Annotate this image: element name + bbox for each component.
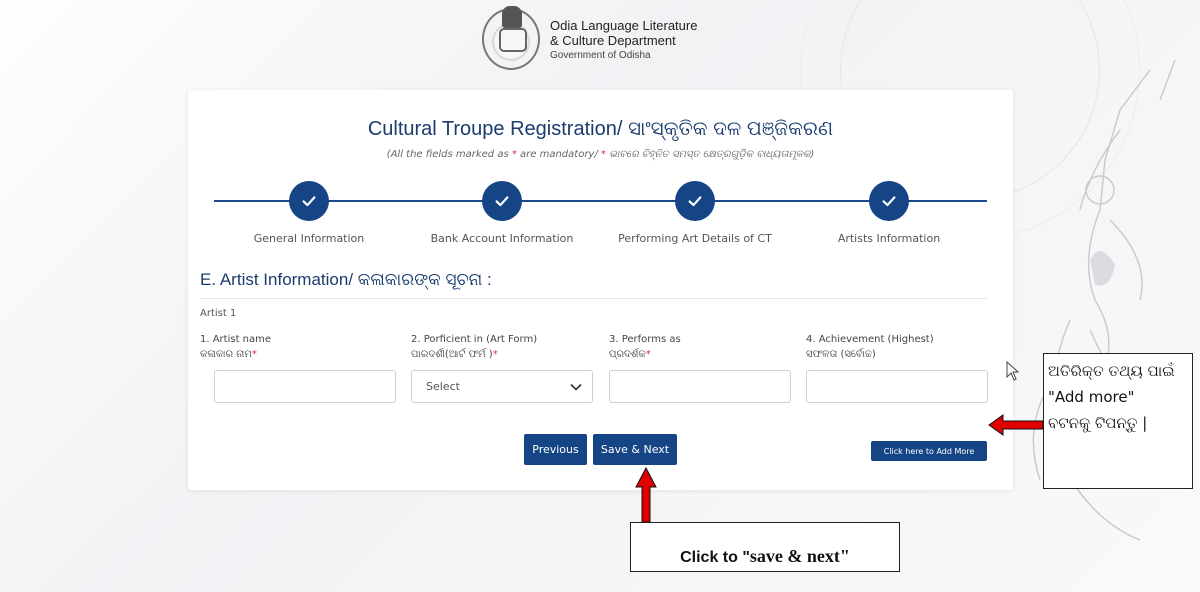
org-line-3: Government of Odisha xyxy=(550,49,651,61)
art-form-select[interactable]: Select xyxy=(411,370,593,403)
save-next-callout: Click to " save & next" xyxy=(630,522,900,572)
required-star: * xyxy=(251,349,257,360)
performs-as-label: 3. Performs as ପ୍ରଦର୍ଶକ* xyxy=(609,332,681,362)
page-title: Cultural Troupe Registration/ ସାଂସ୍କୃତିକ… xyxy=(367,118,834,140)
callout-text-part-1: Click to " xyxy=(680,549,750,566)
achievement-label: 4. Achievement (Highest) ସଫଳତା (ସର୍ବୋଚ୍ଚ… xyxy=(806,332,934,362)
check-icon xyxy=(882,196,896,207)
section-title: E. Artist Information/ କଳାକାରଙ୍କ ସୂଚନା : xyxy=(200,270,492,289)
callout-line-2: "Add more" xyxy=(1048,388,1135,406)
org-line-2: & Culture Department xyxy=(550,32,676,48)
check-icon xyxy=(688,196,702,207)
odisha-emblem xyxy=(482,6,540,70)
step-4-label: Artists Information xyxy=(837,232,941,245)
step-2-label: Bank Account Information xyxy=(430,232,574,245)
artist-name-input[interactable] xyxy=(214,370,396,403)
divider xyxy=(200,298,987,299)
note-prefix: (All the fields marked as xyxy=(386,149,512,160)
field-label-en: 3. Performs as xyxy=(609,334,681,345)
step-1-label: General Information xyxy=(253,232,365,245)
department-header: Odia Language Literature & Culture Depar… xyxy=(482,6,697,72)
step-4-indicator[interactable] xyxy=(869,181,909,221)
org-line-1: Odia Language Literature xyxy=(550,17,698,33)
save-next-button[interactable]: Save & Next xyxy=(593,434,677,465)
chevron-down-icon xyxy=(570,383,582,391)
step-3-indicator[interactable] xyxy=(675,181,715,221)
field-label-en: 2. Porficient in (Art Form) xyxy=(411,334,538,345)
emblem-inner-icon xyxy=(499,28,527,52)
required-star: * xyxy=(492,349,498,360)
add-more-callout: ଅତିରିକ୍ତ ତଥ୍ୟ ପାଇଁ "Add more" ବଟନକୁ ଟିପନ… xyxy=(1043,353,1193,489)
add-more-button[interactable]: Click here to Add More xyxy=(871,441,987,461)
step-1-indicator[interactable] xyxy=(289,181,329,221)
mandatory-note: (All the fields marked as * are mandator… xyxy=(188,149,1013,160)
check-icon xyxy=(302,196,316,207)
callout-line-3: ବଟନକୁ ଟିପନ୍ତୁ | xyxy=(1048,414,1148,432)
required-star: * xyxy=(645,349,651,360)
note-suffix: ଭାବରେ ଚିହ୍ନିତ ସମସ୍ତ କ୍ଷେତ୍ରଗୁଡ଼ିକ ବାଧ୍ୟତ… xyxy=(605,149,815,160)
field-label-odia: ପ୍ରଦର୍ଶକ xyxy=(609,349,646,360)
callout-text-part-2: save & next" xyxy=(749,546,850,566)
field-label-odia: କଳାକାର ନାମ xyxy=(200,349,252,360)
step-2-indicator[interactable] xyxy=(482,181,522,221)
check-icon xyxy=(495,196,509,207)
field-label-odia: ସଫଳତା (ସର୍ବୋଚ୍ଚ) xyxy=(806,349,876,360)
art-form-label: 2. Porficient in (Art Form) ପାରଦର୍ଶୀ(ଆର୍… xyxy=(411,332,537,362)
select-value: Select xyxy=(426,380,460,393)
achievement-input[interactable] xyxy=(806,370,988,403)
registration-form-card: Cultural Troupe Registration/ ସାଂସ୍କୃତିକ… xyxy=(188,90,1013,490)
field-label-odia: ପାରଦର୍ଶୀ(ଆର୍ଟ ଫର୍ମ ) xyxy=(411,349,493,360)
mouse-cursor-icon xyxy=(1006,361,1020,381)
performs-as-input[interactable] xyxy=(609,370,791,403)
lion-capital-icon xyxy=(502,6,522,28)
dancer-illustration xyxy=(1032,59,1191,541)
field-label-en: 1. Artist name xyxy=(200,334,272,345)
department-name: Odia Language Literature & Culture Depar… xyxy=(550,18,697,61)
artist-name-label: 1. Artist name କଳାକାର ନାମ* xyxy=(200,332,271,362)
field-label-en: 4. Achievement (Highest) xyxy=(806,334,934,345)
note-mid: are mandatory/ xyxy=(516,149,601,160)
artist-number-label: Artist 1 xyxy=(200,308,237,319)
step-3-label: Performing Art Details of CT xyxy=(618,232,772,245)
previous-button[interactable]: Previous xyxy=(524,434,587,465)
callout-line-1: ଅତିରିକ୍ତ ତଥ୍ୟ ପାଇଁ xyxy=(1048,362,1175,380)
